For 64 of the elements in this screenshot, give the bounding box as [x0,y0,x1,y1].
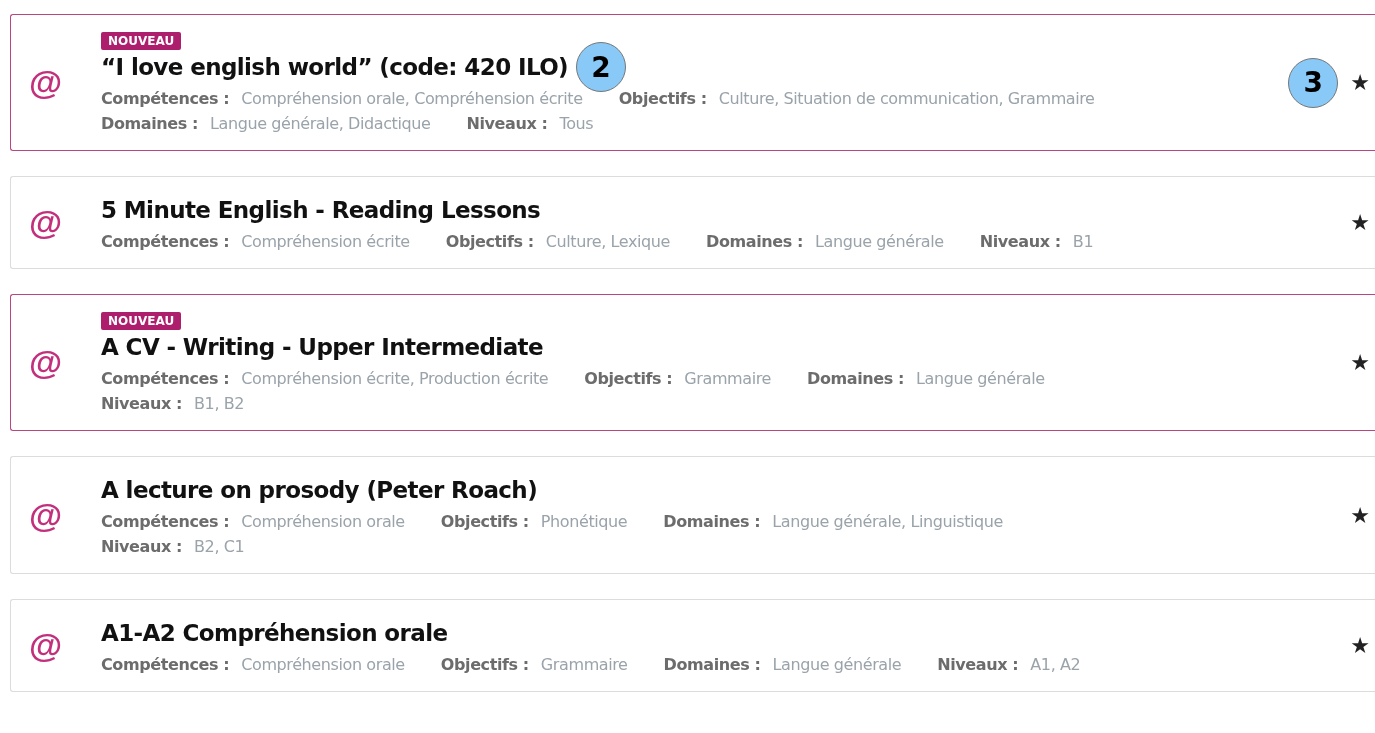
field-value: B1, B2 [194,394,245,413]
star-icon[interactable]: ★ [1350,502,1370,528]
star-icon[interactable]: ★ [1350,350,1370,375]
field-value: Compréhension écrite, Production écrite [241,369,549,388]
field-label: Niveaux : [466,114,548,133]
field-value: Langue générale [772,655,902,674]
field-label: Niveaux : [979,232,1061,251]
field-label: Domaines : [101,114,198,133]
at-sign-icon: @ [29,343,101,382]
star-icon[interactable]: ★ [1350,633,1370,658]
field-label: Compétences : [101,369,230,388]
field-label: Compétences : [101,232,230,251]
field-label: Compétences : [101,512,230,531]
field-label: Niveaux : [101,394,183,413]
field-value: Grammaire [540,655,628,674]
new-badge: NOUVEAU [101,312,182,330]
field-label: Objectifs : [440,655,529,674]
field-label: Objectifs : [584,369,673,388]
field-label: Domaines : [663,512,761,531]
field-label: Compétences : [101,655,230,674]
at-sign-icon: @ [29,203,101,242]
resource-card[interactable]: @ A lecture on prosody (Peter Roach) Compétences : Compréhension orale Objectifs : Phonétique Domaines : Langue générale, Linguistique Niveaux : B2, C1 ★ [10,456,1375,574]
number-callout: 2 [576,42,626,92]
field-value: Culture, Lexique [545,232,671,251]
field-value: Phonétique [540,512,628,531]
field-label: Niveaux : [101,537,183,556]
field-label: Domaines : [706,232,803,251]
field-label: Domaines : [663,655,761,674]
resource-card[interactable] [10,14,1375,151]
field-value: Langue générale [916,369,1045,388]
field-value: Tous [559,114,594,133]
field-label: Objectifs : [440,512,529,531]
resource-title[interactable]: A1-A2 Compréhension orale [101,617,448,649]
field-label: Niveaux : [937,655,1019,674]
resource-card[interactable]: @ NOUVEAU A CV - Writing - Upper Intermediate Compétences : Compréhension écrite, Production écrite Objectifs : Grammaire Domaines : Langue générale Niveaux : B1, B2 ★ [10,294,1375,431]
field-value: Culture, Situation de communication, Grammaire [718,89,1095,108]
resource-title[interactable]: 5 Minute English - Reading Lessons [101,194,541,226]
field-value: Langue générale, Didactique [209,114,431,133]
field-value: Compréhension orale [241,512,405,531]
star-icon[interactable]: ★ [1350,70,1370,95]
at-sign-icon: @ [29,63,101,102]
field-label: Objectifs : [445,232,534,251]
field-value: Compréhension orale, Compréhension écrite [241,89,583,108]
new-badge: NOUVEAU [101,32,182,50]
resource-card[interactable]: @ 5 Minute English - Reading Lessons Compétences : Compréhension écrite Objectifs : Culture, Lexique Domaines : Langue générale Niveaux : B1 ★ [10,176,1375,269]
field-value: Compréhension écrite [241,232,410,251]
resource-card[interactable]: @ A1-A2 Compréhension orale Compétences : Compréhension orale Objectifs : Grammaire Domaines : Langue générale Niveaux : A1, A2 ★ [10,599,1375,692]
resource-title[interactable]: A CV - Writing - Upper Intermediate [101,331,543,363]
field-value: Grammaire [684,369,772,388]
field-label: Objectifs : [618,89,707,108]
field-value: Compréhension orale [241,655,405,674]
field-value: B1 [1072,232,1094,251]
resource-title[interactable]: A lecture on prosody (Peter Roach) [101,474,538,506]
field-value: A1, A2 [1030,655,1081,674]
at-sign-icon: @ [29,626,101,665]
number-callout: 3 [1288,57,1339,108]
field-value: Langue générale, Linguistique [772,512,1004,531]
at-sign-icon: @ [29,495,101,535]
field-value: B2, C1 [194,537,245,556]
field-label: Domaines : [807,369,904,388]
field-label: Compétences : [101,89,230,108]
resource-title[interactable]: “I love english world” (code: 420 ILO) [101,51,568,83]
field-value: Langue générale [815,232,944,251]
star-icon[interactable]: ★ [1350,210,1370,235]
